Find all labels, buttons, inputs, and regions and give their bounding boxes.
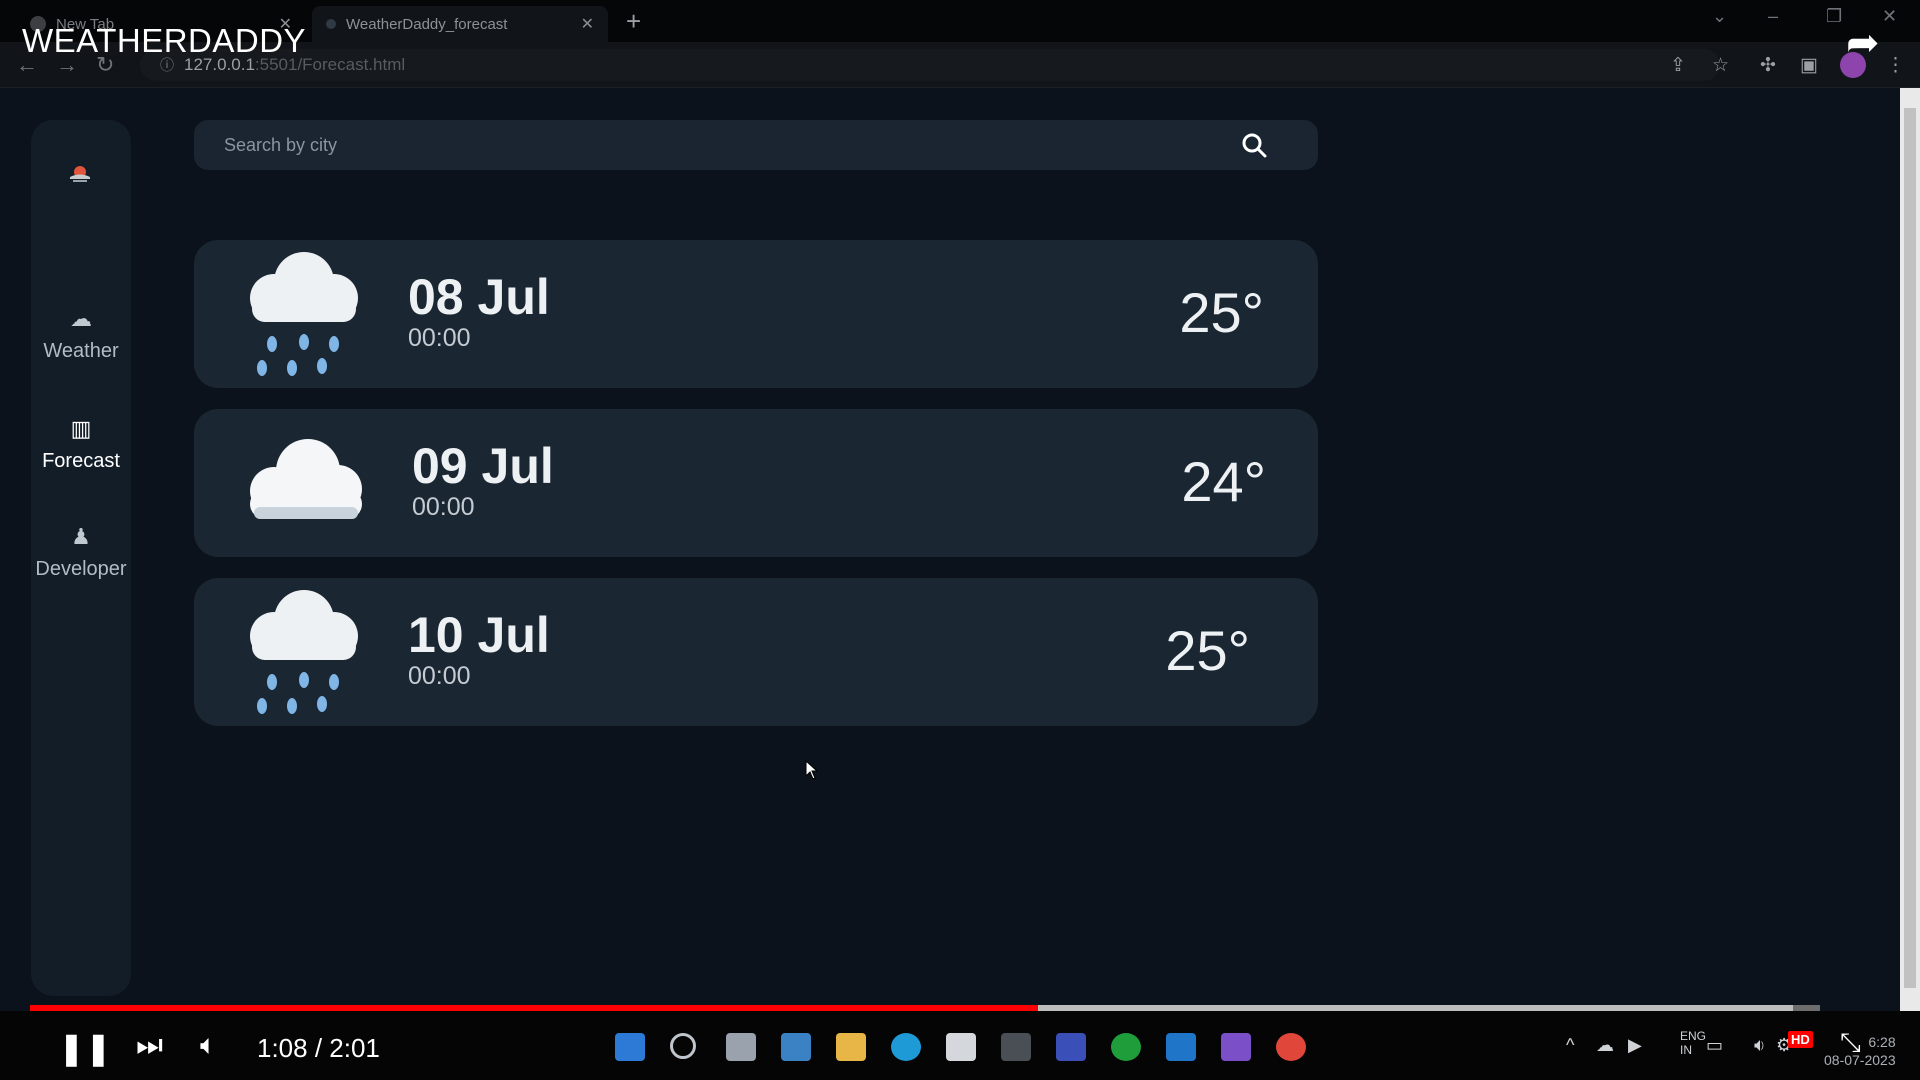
language-code: ENG (1680, 1029, 1707, 1043)
search-button[interactable] (1234, 128, 1274, 162)
video-title: WEATHERDADDY (22, 22, 307, 59)
app-editor-icon[interactable] (1056, 1033, 1086, 1061)
search-bar (194, 120, 1318, 170)
video-time: 1:08 / 2:01 (257, 1033, 380, 1063)
sidebar-item-developer[interactable]: ♟ Developer (31, 524, 131, 581)
page-scrollbar[interactable] (1900, 88, 1920, 1018)
subtitles-icon[interactable]: ▭ (1706, 1035, 1723, 1056)
forecast-temp: 24° (1181, 450, 1266, 513)
sidebar-item-forecast[interactable]: ▥ Forecast (31, 416, 131, 473)
scrollbar-thumb[interactable] (1904, 108, 1916, 988)
forecast-card: 10 Jul 00:00 25° (194, 578, 1318, 726)
region-code: IN (1680, 1043, 1692, 1057)
tray-chevron-up-icon[interactable]: ^ (1566, 1035, 1574, 1056)
tab-search-chevron-icon[interactable]: ⌄ (1712, 6, 1727, 27)
hd-badge: HD (1788, 1031, 1813, 1048)
forecast-temp: 25° (1165, 619, 1250, 682)
cloud-icon (250, 439, 362, 519)
extensions-puzzle-icon[interactable]: ✣ (1760, 54, 1776, 77)
rain-cloud-icon (250, 252, 358, 376)
tab-label: WeatherDaddy_forecast (346, 15, 508, 33)
app-hexagon-icon[interactable] (1001, 1033, 1031, 1061)
sidebar-item-label: Weather (43, 340, 119, 362)
clock-date: 08-07-2023 (1824, 1052, 1896, 1068)
pause-icon[interactable]: ❚❚ (58, 1029, 112, 1067)
edge-browser-icon[interactable] (891, 1033, 921, 1061)
sidebar-item-weather[interactable]: ☁ Weather (31, 306, 131, 363)
widgets-icon[interactable] (781, 1033, 811, 1061)
user-hand-icon: ♟ (71, 524, 91, 549)
next-track-icon[interactable]: ⏭ (136, 1029, 163, 1063)
language-indicator[interactable]: ENG IN (1680, 1029, 1706, 1057)
system-clock: 6:28 08-07-2023 (1824, 1033, 1896, 1069)
sidebar-item-label: Forecast (42, 450, 120, 472)
speaker-icon[interactable]: 🔉︎ (1754, 1035, 1765, 1056)
share-page-icon[interactable]: ⇪ (1670, 54, 1686, 77)
forecast-temp: 25° (1179, 281, 1264, 344)
video-player-controls: ❚❚ ⏭ 🔈︎ 1:08 / 2:01 ^ ☁ ▶ ENG IN ▭ 🔉︎ ⚙ … (0, 1011, 1920, 1080)
forecast-time: 00:00 (412, 493, 475, 521)
new-tab-plus-icon[interactable]: + (626, 6, 641, 37)
windows-start-icon[interactable] (615, 1033, 645, 1061)
url-bar[interactable]: ⓘ 127.0.0.1:5501/Forecast.html (140, 49, 1720, 81)
bookmark-star-icon[interactable]: ☆ (1712, 54, 1729, 77)
tab-forecast[interactable]: WeatherDaddy_forecast ✕ (312, 6, 608, 42)
sidebar-item-label: Developer (35, 558, 127, 580)
rain-cloud-icon (250, 590, 358, 714)
window-close-icon[interactable]: ✕ (1882, 6, 1897, 27)
forecast-date: 09 Jul (412, 438, 554, 494)
share-arrow-icon[interactable]: ➦ (1846, 20, 1880, 66)
app-logo-icon (70, 166, 90, 182)
volume-icon[interactable]: 🔈︎ (200, 1029, 217, 1062)
forecast-card: 09 Jul 00:00 24° (194, 409, 1318, 557)
forecast-date: 10 Jul (408, 607, 550, 663)
restore-icon[interactable]: ❐ (1826, 6, 1842, 27)
map-icon: ▥ (70, 416, 92, 441)
cloud-sun-icon: ☁ (70, 306, 92, 331)
xbox-icon[interactable] (1111, 1033, 1141, 1061)
sidebar: ☁ Weather ▥ Forecast ♟ Developer (31, 120, 131, 996)
forecast-date: 08 Jul (408, 269, 550, 325)
forecast-time: 00:00 (408, 662, 471, 690)
store-icon[interactable] (946, 1033, 976, 1061)
forecast-card: 08 Jul 00:00 25° (194, 240, 1318, 388)
mouse-cursor-icon (805, 760, 819, 780)
clock-time: 6:28 (1868, 1034, 1896, 1050)
vscode-icon[interactable] (1166, 1033, 1196, 1061)
task-view-icon[interactable] (726, 1033, 756, 1061)
search-icon (1242, 133, 1267, 158)
video-editor-icon[interactable] (1221, 1033, 1251, 1061)
site-favicon-icon (326, 19, 336, 29)
file-explorer-icon[interactable] (836, 1033, 866, 1061)
screen: { "video": { "title": "WEATHERDADDY", "t… (0, 0, 1920, 1080)
forecast-time: 00:00 (408, 324, 471, 352)
onedrive-cloud-icon[interactable]: ☁ (1596, 1035, 1614, 1056)
taskbar-search-icon[interactable] (670, 1033, 696, 1059)
minimize-icon[interactable]: – (1768, 6, 1778, 27)
chrome-menu-icon[interactable]: ⋮ (1886, 54, 1905, 77)
close-icon[interactable]: ✕ (581, 14, 594, 34)
play-circle-icon[interactable]: ▶ (1628, 1035, 1642, 1056)
search-input[interactable] (224, 129, 1204, 161)
side-panel-icon[interactable]: ▣ (1800, 54, 1818, 77)
chrome-taskbar-icon[interactable] (1276, 1033, 1306, 1061)
